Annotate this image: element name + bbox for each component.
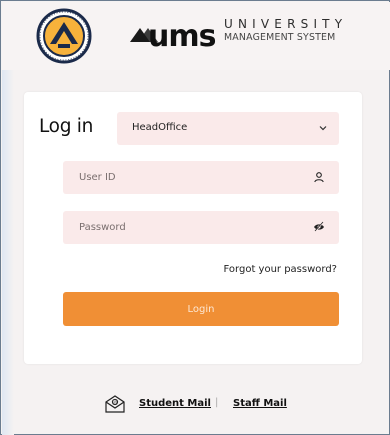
logo-tagline: UNIVERSITY MANAGEMENT SYSTEM (224, 18, 347, 42)
university-seal-logo (36, 8, 92, 64)
svg-text:@: @ (113, 400, 117, 405)
tagline-line2: MANAGEMENT SYSTEM (224, 32, 336, 43)
user-id-field[interactable] (63, 161, 339, 194)
student-mail-link[interactable]: Student Mail (139, 398, 211, 409)
svg-text:ums: ums (148, 19, 216, 52)
chevron-down-icon (319, 126, 327, 131)
eye-slash-icon[interactable] (313, 221, 325, 233)
user-icon (314, 172, 324, 183)
login-title: Log in (39, 116, 93, 137)
tagline-line1: UNIVERSITY (224, 17, 348, 31)
edge-shade (2, 61, 14, 435)
location-select-value: HeadOffice (132, 122, 188, 133)
mail-icon[interactable]: @ (104, 394, 126, 414)
forgot-password-link[interactable]: Forgot your password? (224, 264, 337, 275)
footer-separator: | (215, 397, 219, 408)
password-field[interactable] (63, 211, 339, 244)
login-button[interactable]: Login (63, 292, 339, 326)
user-id-input[interactable] (63, 161, 339, 194)
location-select[interactable]: HeadOffice (117, 112, 339, 145)
ums-logo: ums (130, 19, 217, 52)
password-input[interactable] (63, 211, 339, 244)
page-frame: ums UNIVERSITY MANAGEMENT SYSTEM Log in … (0, 0, 390, 435)
staff-mail-link[interactable]: Staff Mail (233, 398, 287, 409)
header: ums UNIVERSITY MANAGEMENT SYSTEM (2, 2, 390, 70)
